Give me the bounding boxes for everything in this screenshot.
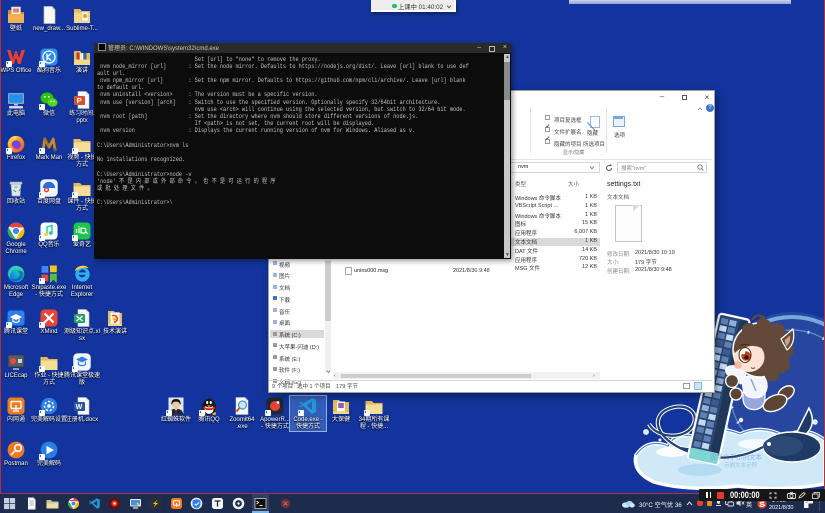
svg-text:W: W [76,404,83,411]
svg-text:示例文本示例: 示例文本示例 [724,461,758,469]
svg-text:P: P [77,96,82,105]
svg-text:汉字文字示例文本: 汉字文字示例文本 [710,452,763,461]
